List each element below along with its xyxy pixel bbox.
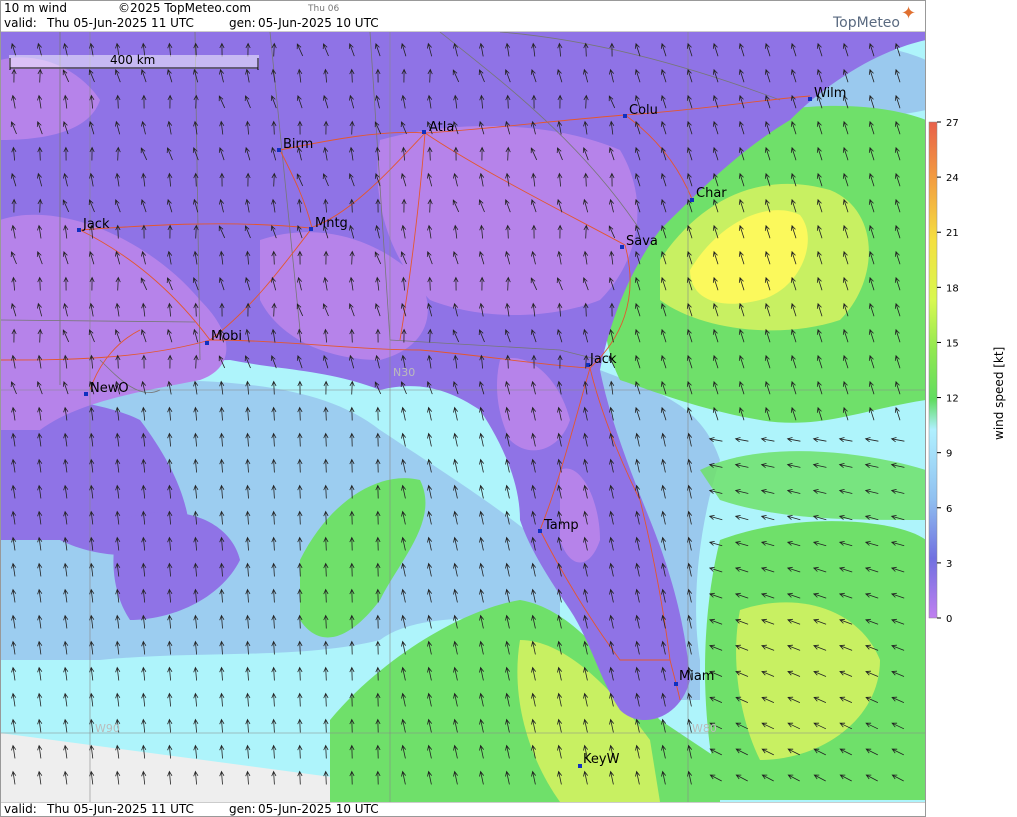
scale-bar-label: 400 km — [110, 53, 155, 67]
colorbar-tick-label: 12 — [946, 394, 959, 405]
colorbar-tick-label: 15 — [946, 338, 959, 349]
city-birm: Birm — [277, 137, 313, 152]
svg-text:Atla: Atla — [429, 120, 454, 135]
city-mntg: Mntg — [309, 216, 348, 231]
wind-field — [1, 32, 925, 802]
gen-label: gen: — [229, 16, 256, 30]
valid-label: valid: — [4, 16, 37, 30]
city-mobi: Mobi — [205, 329, 242, 345]
city-newo: NewO — [84, 381, 129, 396]
city-keyw: KeyW — [578, 752, 620, 768]
city-colu: Colu — [623, 103, 658, 118]
copyright: ©2025 TopMeteo.com — [118, 1, 252, 15]
map-title: 10 m wind — [4, 1, 67, 15]
footer-valid-value: Thu 05-Jun-2025 11 UTC — [47, 802, 194, 816]
city-tamp: Tamp — [538, 518, 579, 533]
svg-text:Jack: Jack — [82, 217, 110, 232]
svg-text:Mobi: Mobi — [211, 329, 242, 344]
gen-value: 05-Jun-2025 10 UTC — [258, 16, 379, 30]
valid-value: Thu 05-Jun-2025 11 UTC — [47, 16, 194, 30]
colorbar-tick-label: 9 — [946, 449, 952, 460]
svg-text:KeyW: KeyW — [583, 752, 620, 767]
colorbar-title: wind speed [kt] — [992, 346, 1006, 440]
compass-icon: ✦ — [901, 3, 917, 24]
svg-text:Mntg: Mntg — [315, 216, 348, 231]
topmeteo-logo: TopMeteo ✦ — [833, 3, 917, 31]
scale-bar: 400 km — [9, 53, 259, 70]
svg-text:Miam: Miam — [679, 669, 714, 684]
city-wilm: Wilm — [808, 86, 846, 101]
grid-label-lat: N30 — [393, 366, 415, 379]
colorbar-tick-label: 6 — [946, 504, 952, 515]
svg-text:Birm: Birm — [283, 137, 313, 152]
grid-label-lon-east: W80 — [692, 722, 717, 735]
day-tab[interactable]: Thu 06 — [308, 4, 339, 14]
colorbar-tick-label: 24 — [946, 173, 959, 184]
city-jack-fl: Jack — [586, 352, 617, 367]
svg-text:NewO: NewO — [90, 381, 129, 396]
svg-text:Tamp: Tamp — [543, 518, 579, 533]
svg-text:Jack: Jack — [589, 352, 617, 367]
footer-valid-label: valid: — [4, 802, 37, 816]
svg-text:Sava: Sava — [626, 234, 658, 249]
wind-map: 400 km N30 W90 W80 Atla Birm Colu Wilm C… — [0, 0, 959, 817]
grid-label-lon-west: W90 — [95, 722, 120, 735]
city-sava: Sava — [620, 234, 658, 249]
footer-gen-label: gen: — [229, 802, 256, 816]
footer-gen-value: 05-Jun-2025 10 UTC — [258, 802, 379, 816]
city-char: Char — [690, 186, 727, 202]
svg-text:Wilm: Wilm — [814, 86, 846, 101]
city-miam: Miam — [674, 669, 714, 686]
colorbar-gradient — [928, 121, 938, 619]
colorbar-tick-label: 18 — [946, 283, 959, 294]
colorbar-tick-label: 0 — [946, 614, 952, 625]
svg-text:Colu: Colu — [629, 103, 658, 118]
svg-text:Char: Char — [696, 186, 727, 201]
colorbar: 27 24 21 18 15 12 9 6 3 0 — [928, 118, 959, 625]
colorbar-tick-label: 21 — [946, 228, 959, 239]
colorbar-tick-label: 27 — [946, 118, 959, 129]
colorbar-tick-label: 3 — [946, 559, 952, 570]
